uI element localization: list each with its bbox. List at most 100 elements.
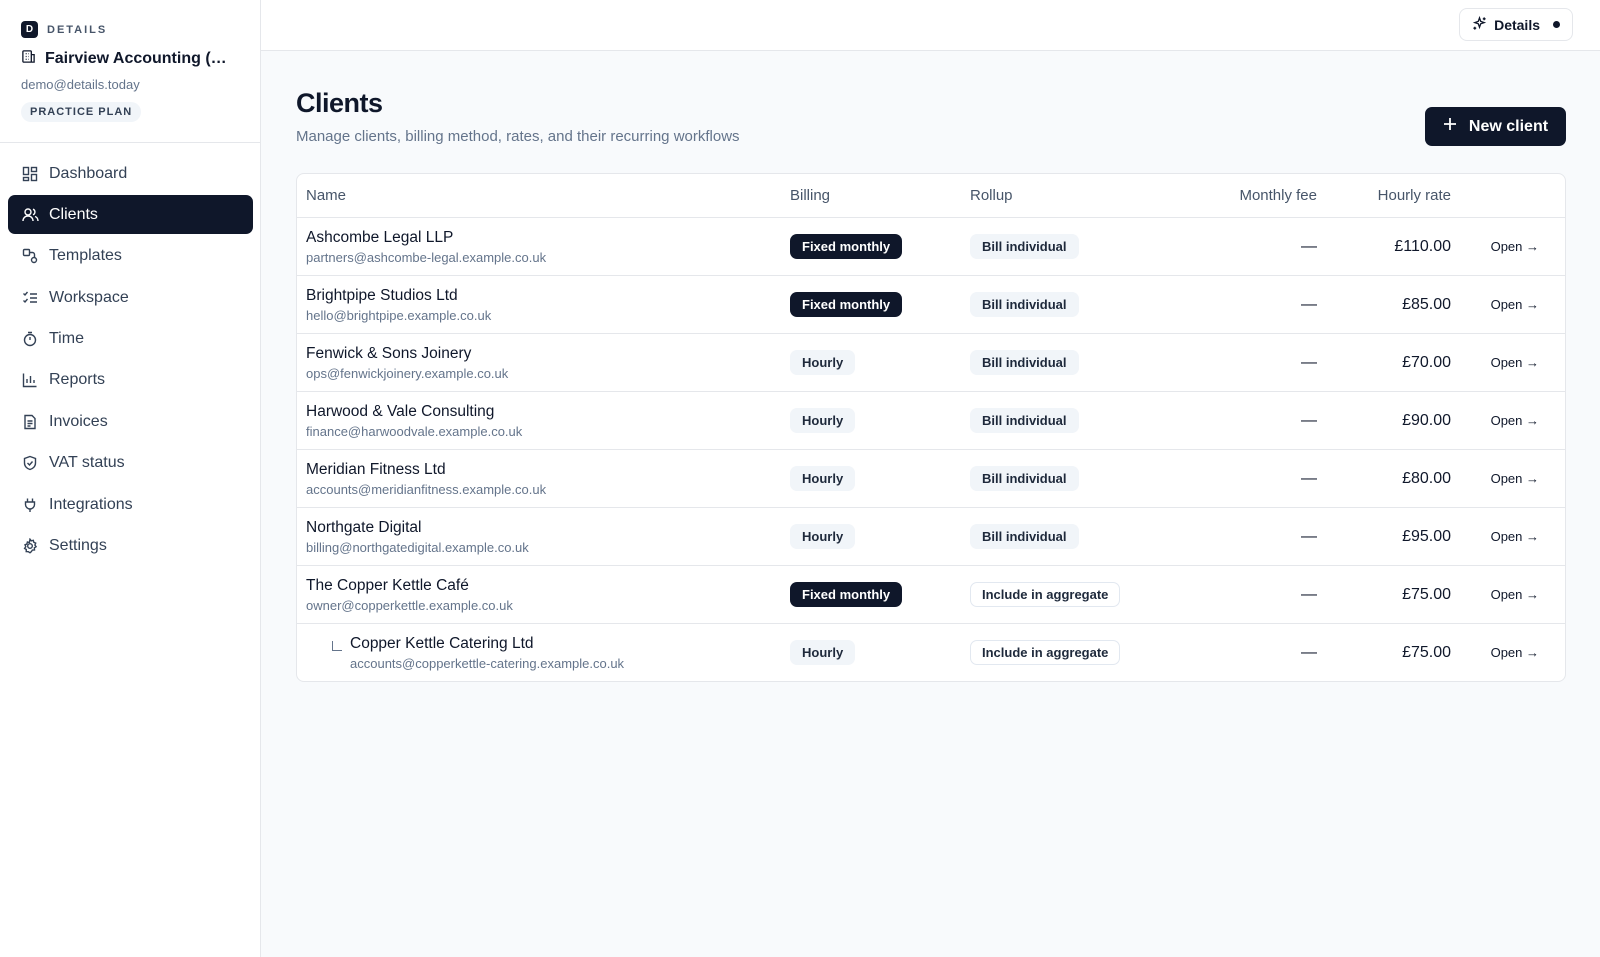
monthly-fee: — bbox=[1301, 411, 1317, 429]
client-email: ops@fenwickjoinery.example.co.uk bbox=[306, 365, 509, 381]
sidebar-item-clients[interactable]: Clients bbox=[8, 195, 253, 235]
sidebar: D DETAILS Fairview Accounting (D... demo… bbox=[0, 0, 261, 957]
open-link[interactable]: Open → bbox=[1451, 297, 1549, 312]
col-header-billing[interactable]: Billing bbox=[783, 187, 963, 204]
gear-icon bbox=[21, 537, 39, 555]
details-label: Details bbox=[1494, 16, 1540, 33]
sidebar-item-label: Templates bbox=[49, 247, 122, 265]
billing-badge: Hourly bbox=[790, 524, 856, 549]
table-row[interactable]: Brightpipe Studios Ltd hello@brightpipe.e… bbox=[297, 275, 1565, 333]
new-client-button[interactable]: New client bbox=[1425, 107, 1566, 146]
col-header-name[interactable]: Name bbox=[297, 187, 783, 204]
table-row[interactable]: The Copper Kettle Café owner@copperkettle… bbox=[297, 565, 1565, 623]
status-dot-icon bbox=[1553, 21, 1560, 28]
sidebar-item-reports[interactable]: Reports bbox=[8, 361, 253, 400]
hourly-rate: £110.00 bbox=[1394, 237, 1451, 255]
sidebar-item-integrations[interactable]: Integrations bbox=[8, 485, 253, 524]
checklist-icon bbox=[21, 289, 39, 307]
table-row[interactable]: Harwood & Vale Consulting finance@harwood… bbox=[297, 391, 1565, 449]
client-name: Meridian Fitness Ltd bbox=[306, 460, 446, 478]
sidebar-item-invoices[interactable]: Invoices bbox=[8, 402, 253, 441]
rollup-badge: Bill individual bbox=[970, 466, 1079, 491]
client-name: Copper Kettle Catering Ltd bbox=[350, 634, 534, 652]
billing-badge: Hourly bbox=[790, 408, 856, 433]
table-row[interactable]: Fenwick & Sons Joinery ops@fenwickjoinery… bbox=[297, 333, 1565, 391]
sidebar-item-label: Time bbox=[49, 330, 84, 348]
rollup-badge: Bill individual bbox=[970, 350, 1079, 375]
open-link[interactable]: Open → bbox=[1451, 413, 1549, 428]
shield-icon bbox=[21, 454, 39, 472]
sidebar-item-dashboard[interactable]: Dashboard bbox=[8, 154, 253, 193]
open-link[interactable]: Open → bbox=[1451, 645, 1549, 660]
plug-icon bbox=[21, 496, 39, 514]
client-name: The Copper Kettle Café bbox=[306, 576, 469, 594]
open-link[interactable]: Open → bbox=[1451, 471, 1549, 486]
sidebar-item-label: VAT status bbox=[49, 454, 125, 472]
col-header-rollup[interactable]: Rollup bbox=[963, 187, 1163, 204]
sidebar-nav: Dashboard Clients Templates Workspace Ti… bbox=[0, 0, 261, 568]
client-email: billing@northgatedigital.example.co.uk bbox=[306, 539, 529, 555]
monthly-fee: — bbox=[1301, 469, 1317, 487]
clients-table: Name Billing Rollup Monthly fee Hourly r… bbox=[296, 173, 1566, 682]
client-name: Fenwick & Sons Joinery bbox=[306, 344, 472, 362]
rollup-badge: Bill individual bbox=[970, 292, 1079, 317]
top-bar: Details bbox=[261, 0, 1600, 51]
billing-badge: Fixed monthly bbox=[790, 582, 903, 607]
sidebar-item-settings[interactable]: Settings bbox=[8, 527, 253, 566]
sparkles-icon bbox=[1472, 15, 1487, 34]
rollup-badge: Include in aggregate bbox=[970, 640, 1121, 665]
rollup-badge: Bill individual bbox=[970, 408, 1079, 433]
table-row-child[interactable]: Copper Kettle Catering Ltd accounts@copp… bbox=[297, 623, 1565, 681]
monthly-fee: — bbox=[1301, 353, 1317, 371]
client-name: Brightpipe Studios Ltd bbox=[306, 286, 458, 304]
main-content: Clients Manage clients, billing method, … bbox=[296, 51, 1566, 682]
billing-badge: Fixed monthly bbox=[790, 234, 903, 259]
monthly-fee: — bbox=[1301, 643, 1317, 661]
bar-chart-icon bbox=[21, 371, 39, 389]
sidebar-item-label: Workspace bbox=[49, 288, 129, 306]
hourly-rate: £80.00 bbox=[1402, 469, 1451, 487]
dashboard-icon bbox=[21, 165, 39, 183]
open-link[interactable]: Open → bbox=[1451, 239, 1549, 254]
sidebar-item-label: Reports bbox=[49, 371, 106, 389]
open-link[interactable]: Open → bbox=[1451, 355, 1549, 370]
new-client-label: New client bbox=[1468, 117, 1549, 135]
page-subtitle: Manage clients, billing method, rates, a… bbox=[296, 128, 740, 145]
sidebar-item-vat-status[interactable]: VAT status bbox=[8, 444, 253, 483]
hourly-rate: £85.00 bbox=[1402, 295, 1451, 313]
client-name: Harwood & Vale Consulting bbox=[306, 402, 495, 420]
client-email: owner@copperkettle.example.co.uk bbox=[306, 597, 513, 613]
templates-icon bbox=[21, 247, 39, 265]
sidebar-item-label: Settings bbox=[49, 537, 107, 555]
client-email: accounts@meridianfitness.example.co.uk bbox=[306, 481, 547, 497]
hourly-rate: £90.00 bbox=[1402, 411, 1451, 429]
table-row[interactable]: Northgate Digital billing@northgatedigita… bbox=[297, 507, 1565, 565]
client-email: finance@harwoodvale.example.co.uk bbox=[306, 423, 523, 439]
monthly-fee: — bbox=[1301, 585, 1317, 603]
client-email: partners@ashcombe-legal.example.co.uk bbox=[306, 249, 547, 265]
client-name: Ashcombe Legal LLP bbox=[306, 228, 454, 246]
billing-badge: Hourly bbox=[790, 350, 856, 375]
sidebar-item-time[interactable]: Time bbox=[8, 320, 253, 359]
sidebar-item-workspace[interactable]: Workspace bbox=[8, 278, 253, 317]
rollup-badge: Include in aggregate bbox=[970, 582, 1121, 607]
client-name: Northgate Digital bbox=[306, 518, 422, 536]
sidebar-item-label: Dashboard bbox=[49, 164, 128, 182]
table-row[interactable]: Ashcombe Legal LLP partners@ashcombe-lega… bbox=[297, 217, 1565, 275]
sidebar-item-templates[interactable]: Templates bbox=[8, 237, 253, 276]
col-header-monthly-fee[interactable]: Monthly fee bbox=[1163, 187, 1317, 204]
table-row[interactable]: Meridian Fitness Ltd accounts@meridianfit… bbox=[297, 449, 1565, 507]
sidebar-item-label: Integrations bbox=[49, 495, 133, 513]
sidebar-item-label: Clients bbox=[49, 205, 98, 223]
monthly-fee: — bbox=[1301, 295, 1317, 313]
open-link[interactable]: Open → bbox=[1451, 529, 1549, 544]
users-icon bbox=[21, 206, 39, 224]
rollup-badge: Bill individual bbox=[970, 234, 1079, 259]
sidebar-item-label: Invoices bbox=[49, 412, 108, 430]
open-link[interactable]: Open → bbox=[1451, 587, 1549, 602]
details-button[interactable]: Details bbox=[1459, 8, 1573, 41]
plus-icon bbox=[1443, 117, 1457, 136]
client-email: hello@brightpipe.example.co.uk bbox=[306, 307, 492, 323]
hourly-rate: £95.00 bbox=[1402, 527, 1451, 545]
col-header-hourly-rate[interactable]: Hourly rate bbox=[1317, 187, 1451, 204]
